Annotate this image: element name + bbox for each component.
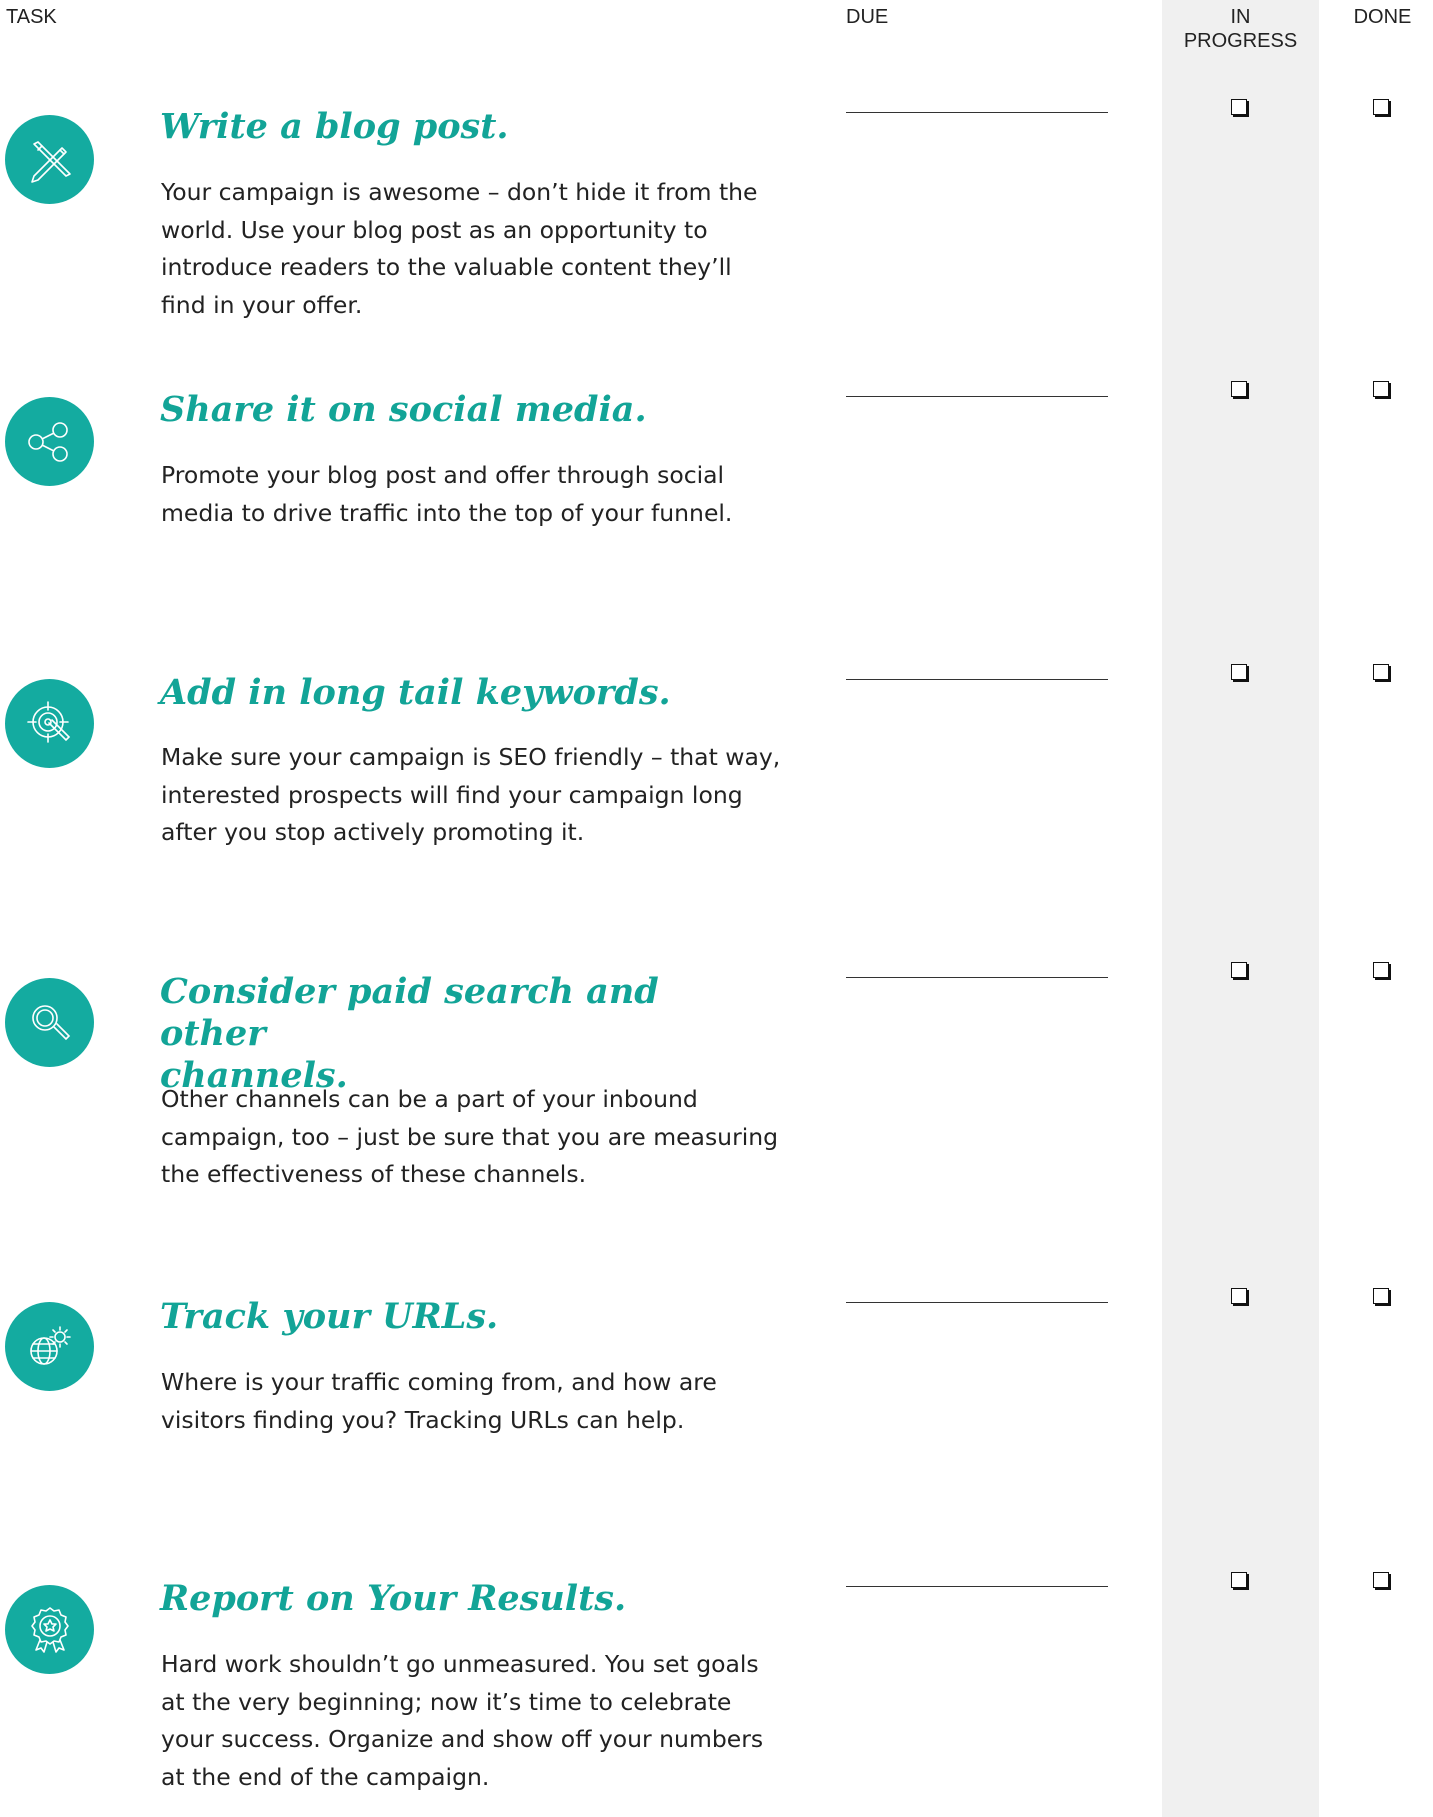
column-header-in-progress: IN PROGRESS xyxy=(1162,5,1319,53)
done-checkbox[interactable] xyxy=(1373,664,1389,680)
task-description-line: campaign, too – just be sure that you ar… xyxy=(161,1122,779,1151)
task-description-line: Other channels can be a part of your inb… xyxy=(161,1085,698,1113)
task-description: Hard work shouldn’t go unmeasured. You s… xyxy=(161,1646,763,1796)
task-title: Share it on social media. xyxy=(160,389,647,430)
pencil-ruler-icon xyxy=(5,115,94,204)
due-date-field[interactable] xyxy=(846,679,1108,680)
magnifier-icon xyxy=(5,978,94,1067)
task-description-line: media to drive traffic into the top of y… xyxy=(161,498,733,527)
in-progress-checkbox[interactable] xyxy=(1231,962,1247,978)
task-description-line: introduce readers to the valuable conten… xyxy=(161,253,732,281)
task-description-line: Where is your traffic coming from, and h… xyxy=(161,1368,717,1396)
task-description-line: Hard work shouldn’t go unmeasured. You s… xyxy=(161,1650,759,1678)
share-icon xyxy=(5,397,94,486)
in-progress-checkbox[interactable] xyxy=(1231,381,1247,397)
task-description-line: your success. Organize and show off your… xyxy=(161,1725,764,1753)
task-description: Make sure your campaign is SEO friendly … xyxy=(161,739,780,852)
task-description-line: interested prospects will find your camp… xyxy=(161,780,743,809)
task-description-line: find in your offer. xyxy=(161,290,363,319)
done-checkbox[interactable] xyxy=(1373,1572,1389,1588)
due-date-field[interactable] xyxy=(846,1302,1108,1303)
column-header-done: DONE xyxy=(1353,6,1412,28)
due-date-field[interactable] xyxy=(846,396,1108,397)
task-description-line: visitors finding you? Tracking URLs can … xyxy=(161,1405,685,1434)
task-description-line: the effectiveness of these channels. xyxy=(161,1160,587,1188)
task-description-line: at the end of the campaign. xyxy=(161,1762,490,1791)
task-title: Report on Your Results. xyxy=(160,1578,627,1619)
task-description-line: at the very beginning; now it’s time to … xyxy=(161,1687,732,1716)
task-title: Write a blog post. xyxy=(160,106,509,147)
task-title: Track your URLs. xyxy=(160,1296,499,1337)
task-description-line: Promote your blog post and offer through… xyxy=(161,461,725,489)
due-date-field[interactable] xyxy=(846,1586,1108,1587)
task-description-line: Your campaign is awesome – don’t hide it… xyxy=(161,178,758,206)
task-description: Your campaign is awesome – don’t hide it… xyxy=(161,174,758,324)
column-header-due: DUE xyxy=(846,6,889,28)
task-title: Consider paid search and other channels. xyxy=(160,971,760,1097)
done-checkbox[interactable] xyxy=(1373,1288,1389,1304)
in-progress-checkbox[interactable] xyxy=(1231,99,1247,115)
task-description: Where is your traffic coming from, and h… xyxy=(161,1364,717,1439)
column-header-task: TASK xyxy=(6,6,57,28)
globe-gear-icon xyxy=(5,1302,94,1391)
task-description: Promote your blog post and offer through… xyxy=(161,457,732,532)
in-progress-checkbox[interactable] xyxy=(1231,1288,1247,1304)
done-checkbox[interactable] xyxy=(1373,381,1389,397)
done-checkbox[interactable] xyxy=(1373,99,1389,115)
in-progress-checkbox[interactable] xyxy=(1231,664,1247,680)
done-checkbox[interactable] xyxy=(1373,962,1389,978)
in-progress-checkbox[interactable] xyxy=(1231,1572,1247,1588)
task-description: Other channels can be a part of your inb… xyxy=(161,1081,778,1194)
task-description-line: world. Use your blog post as an opportun… xyxy=(161,215,708,244)
task-title: Add in long tail keywords. xyxy=(160,672,671,713)
in-progress-column-band xyxy=(1162,0,1319,1817)
task-description-line: after you stop actively promoting it. xyxy=(161,818,585,846)
column-header-in-progress-line2: PROGRESS xyxy=(1183,30,1298,52)
due-date-field[interactable] xyxy=(846,977,1108,978)
task-title-line: Consider paid search and other xyxy=(160,971,659,1054)
column-header-in-progress-line1: IN xyxy=(1230,6,1251,28)
due-date-field[interactable] xyxy=(846,112,1108,113)
task-description-line: Make sure your campaign is SEO friendly … xyxy=(161,743,781,771)
award-badge-icon xyxy=(5,1585,94,1674)
target-icon xyxy=(5,679,94,768)
